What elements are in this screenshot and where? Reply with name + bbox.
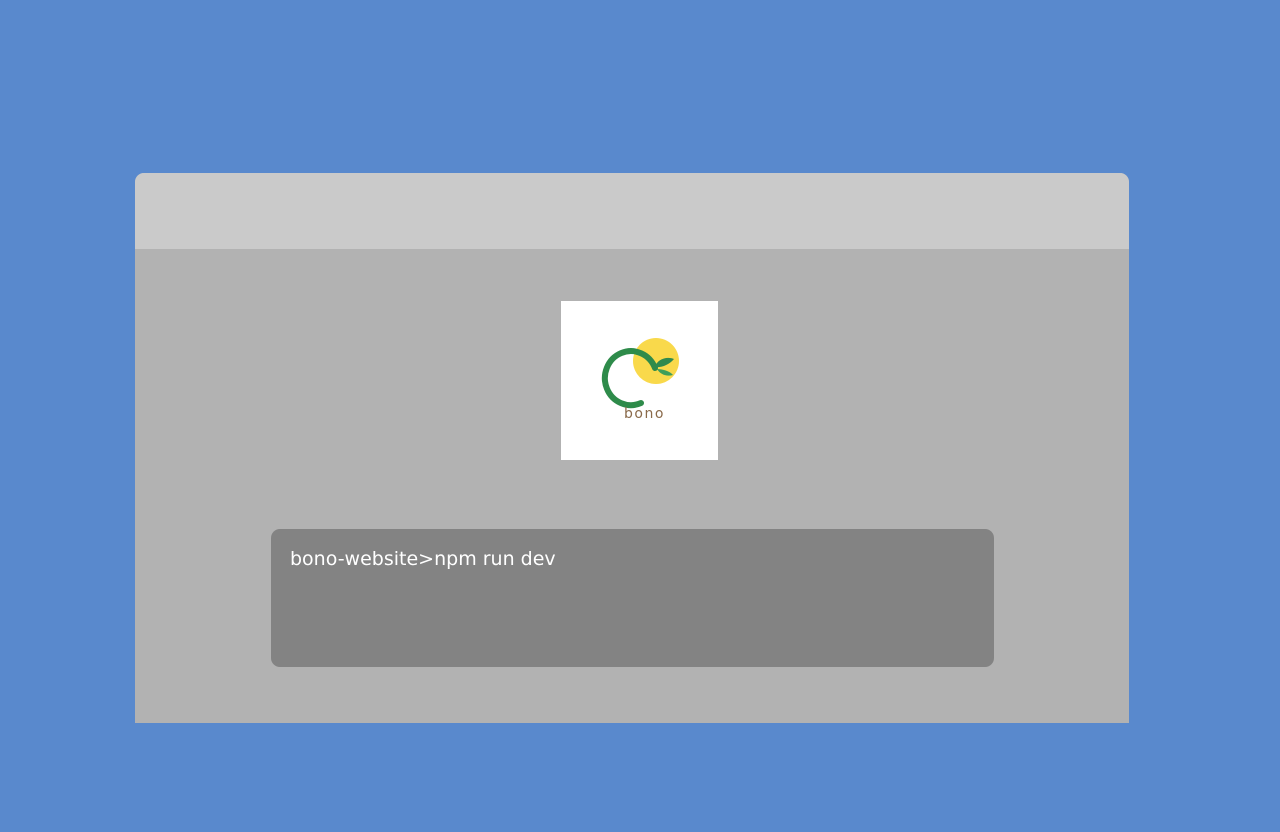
window-titlebar[interactable] — [135, 173, 1129, 249]
logo-wordmark: bono — [624, 406, 665, 422]
terminal-panel[interactable]: bono-website>npm run dev — [271, 529, 994, 667]
bono-logo-graphic — [601, 338, 679, 409]
terminal-command-line: bono-website>npm run dev — [290, 548, 556, 570]
window-content: bono bono-website>npm run dev — [135, 249, 1129, 723]
bono-logo: bono — [561, 301, 718, 460]
app-window: bono bono-website>npm run dev — [135, 173, 1129, 723]
